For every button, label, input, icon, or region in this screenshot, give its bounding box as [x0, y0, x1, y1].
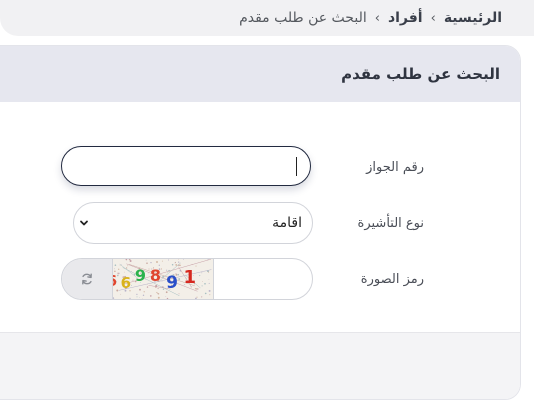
visa-type-selected-value: اقامة	[272, 215, 302, 231]
captcha-label: رمز الصورة	[360, 271, 424, 287]
refresh-captcha-button[interactable]	[62, 259, 112, 299]
captcha-graphic: 669891	[107, 259, 212, 299]
passport-label: رقم الجواز	[366, 159, 424, 175]
captcha-digit: 8	[150, 266, 161, 285]
breadcrumb-current: البحث عن طلب مقدم	[239, 10, 367, 26]
card-footer	[0, 332, 520, 399]
text-cursor	[296, 157, 297, 176]
refresh-icon	[82, 273, 92, 285]
captcha-digit: 9	[135, 266, 146, 285]
captcha-row: رمز الصورة 669891	[0, 258, 534, 300]
visa-type-row: نوع التأشيرة اقامة	[0, 202, 534, 244]
card-title: البحث عن طلب مقدم	[341, 65, 500, 83]
breadcrumb-individuals-link[interactable]: أفراد	[388, 10, 423, 26]
chevron-left-icon: ›	[430, 10, 436, 26]
passport-number-input[interactable]	[61, 146, 311, 186]
card-header: البحث عن طلب مقدم	[0, 46, 520, 102]
passport-row: رقم الجواز	[0, 146, 534, 188]
visa-type-label: نوع التأشيرة	[357, 215, 424, 231]
captcha-digit: 1	[183, 267, 196, 288]
chevron-left-icon: ›	[374, 10, 380, 26]
breadcrumb: الرئيسية › أفراد › البحث عن طلب مقدم	[0, 0, 534, 36]
captcha-image: 669891	[107, 259, 214, 299]
chevron-down-icon	[80, 220, 88, 226]
captcha-digit: 6	[121, 274, 131, 292]
captcha-digit: 6	[113, 272, 117, 290]
captcha-input-group: 669891	[61, 258, 313, 300]
captcha-digit: 9	[166, 273, 178, 293]
visa-type-select[interactable]: اقامة	[73, 202, 313, 244]
captcha-code-input[interactable]	[214, 259, 312, 299]
breadcrumb-home-link[interactable]: الرئيسية	[444, 10, 502, 26]
